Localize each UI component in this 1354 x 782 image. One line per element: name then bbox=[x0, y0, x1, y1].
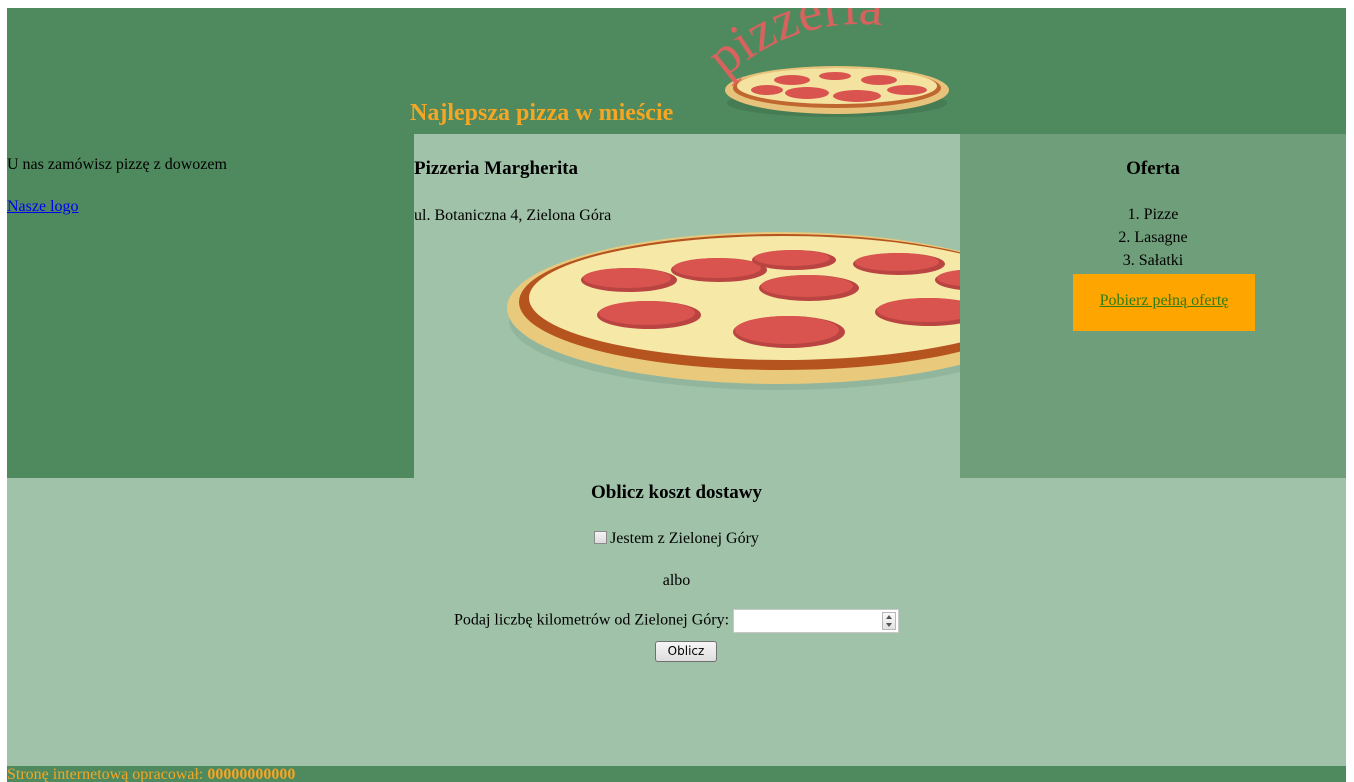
download-offer-box: Pobierz pełną ofertę bbox=[1073, 274, 1255, 331]
number-spinner[interactable] bbox=[882, 612, 897, 630]
pizzeria-logo: pizzeria bbox=[707, 8, 949, 117]
checkbox-label: Jestem z Zielonej Góry bbox=[610, 530, 759, 547]
logo-link[interactable]: Nasze logo bbox=[7, 198, 79, 216]
checkbox-row: Jestem z Zielonej Góry bbox=[7, 530, 1346, 548]
offer-title: Oferta bbox=[1126, 158, 1180, 179]
km-row: Podaj liczbę kilometrów od Zielonej Góry… bbox=[7, 609, 1346, 633]
km-input[interactable] bbox=[733, 609, 900, 633]
footer: Stronę internetową opracował: 0000000000… bbox=[7, 766, 1346, 782]
footer-author: 00000000000 bbox=[207, 766, 296, 782]
header: Najlepsza pizza w mieście pizzeria bbox=[7, 8, 1346, 134]
download-offer-link[interactable]: Pobierz pełną ofertę bbox=[1073, 292, 1255, 310]
calculate-button[interactable]: Oblicz bbox=[655, 641, 717, 662]
offer-list: 1. Pizze 2. Lasagne 3. Sałatki bbox=[960, 203, 1346, 272]
intro-text: U nas zamówisz pizzę z dowozem bbox=[7, 156, 227, 173]
delivery-section: Oblicz koszt dostawy Jestem z Zielonej G… bbox=[7, 478, 1346, 766]
zielona-gora-checkbox[interactable] bbox=[594, 531, 608, 544]
footer-prefix: Stronę internetową opracował: bbox=[7, 766, 204, 782]
center-column: Pizzeria Margherita ul. Botaniczna 4, Zi… bbox=[414, 134, 960, 478]
offer-item: 3. Sałatki bbox=[1122, 252, 1184, 269]
km-label: Podaj liczbę kilometrów od Zielonej Góry… bbox=[453, 611, 730, 629]
delivery-title: Oblicz koszt dostawy bbox=[591, 482, 762, 503]
left-column: U nas zamówisz pizzę z dowozem Nasze log… bbox=[7, 134, 414, 478]
offer-item: 2. Lasagne bbox=[1118, 229, 1188, 246]
tagline: Najlepsza pizza w mieście bbox=[410, 100, 674, 126]
offer-item: 1. Pizze bbox=[1127, 206, 1179, 223]
pizza-image bbox=[507, 232, 960, 390]
right-column: Oferta 1. Pizze 2. Lasagne 3. Sałatki Po… bbox=[960, 134, 1346, 478]
pizzeria-name: Pizzeria Margherita bbox=[414, 158, 579, 179]
page: Najlepsza pizza w mieście pizzeria U nas… bbox=[7, 8, 1346, 782]
or-text: albo bbox=[662, 572, 691, 589]
footer-text: Stronę internetową opracował: 0000000000… bbox=[7, 766, 295, 782]
